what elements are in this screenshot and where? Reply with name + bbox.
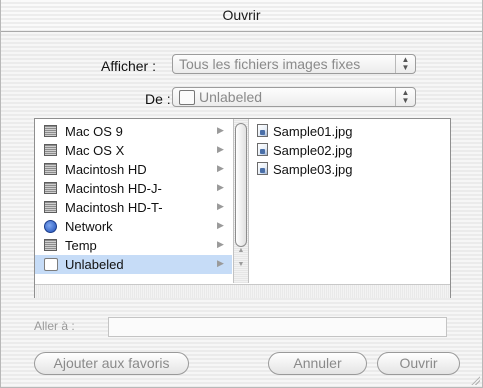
disk-icon bbox=[44, 201, 57, 213]
disk-icon bbox=[44, 144, 57, 156]
goto-input[interactable] bbox=[108, 317, 447, 337]
files-column: Sample01.jpg Sample02.jpg Sample03.jpg bbox=[249, 119, 449, 283]
file-item[interactable]: Sample01.jpg bbox=[249, 122, 449, 141]
window-title: Ouvrir bbox=[222, 7, 261, 23]
file-label: Sample03.jpg bbox=[273, 162, 353, 177]
column-browser: Mac OS 9 ▶ Mac OS X ▶ Macintosh HD ▶ Mac… bbox=[34, 118, 451, 298]
resize-grip-icon[interactable] bbox=[470, 375, 480, 385]
volume-label: Macintosh HD-T- bbox=[65, 200, 163, 215]
volume-label: Network bbox=[65, 219, 113, 234]
volume-icon bbox=[179, 90, 195, 105]
image-file-icon bbox=[257, 124, 268, 137]
from-popup-value: Unlabeled bbox=[199, 89, 263, 105]
cancel-button[interactable]: Annuler bbox=[268, 352, 367, 375]
volume-label: Mac OS X bbox=[65, 143, 125, 158]
show-popup[interactable]: Tous les fichiers images fixes ▲ ▼ bbox=[172, 54, 416, 74]
volume-item-selected[interactable]: Unlabeled ▶ bbox=[35, 255, 232, 274]
horizontal-scrollbar[interactable] bbox=[35, 284, 450, 298]
volume-item[interactable]: Macintosh HD-J- ▶ bbox=[35, 179, 232, 198]
chevron-right-icon: ▶ bbox=[217, 125, 224, 135]
popup-arrows-icon: ▲ ▼ bbox=[395, 55, 415, 73]
volume-item[interactable]: Network ▶ bbox=[35, 217, 232, 236]
chevron-right-icon: ▶ bbox=[217, 182, 224, 192]
volume-item[interactable]: Mac OS 9 ▶ bbox=[35, 122, 232, 141]
volume-item[interactable]: Macintosh HD-T- ▶ bbox=[35, 198, 232, 217]
file-item[interactable]: Sample02.jpg bbox=[249, 141, 449, 160]
disk-icon bbox=[44, 182, 57, 194]
chevron-right-icon: ▶ bbox=[217, 163, 224, 173]
show-popup-value: Tous les fichiers images fixes bbox=[179, 56, 361, 72]
globe-icon bbox=[44, 220, 57, 233]
from-popup[interactable]: Unlabeled ▲ ▼ bbox=[172, 87, 416, 107]
scroll-up-arrow-icon[interactable]: ▲ bbox=[236, 247, 246, 254]
volume-label: Temp bbox=[65, 238, 97, 253]
disk-icon bbox=[44, 125, 57, 137]
disk-icon bbox=[44, 163, 57, 175]
file-label: Sample01.jpg bbox=[273, 124, 353, 139]
chevron-right-icon: ▶ bbox=[217, 239, 224, 249]
chevron-right-icon: ▶ bbox=[217, 144, 224, 154]
chevron-right-icon: ▶ bbox=[217, 258, 224, 268]
title-bar[interactable]: Ouvrir bbox=[1, 0, 482, 32]
file-item[interactable]: Sample03.jpg bbox=[249, 160, 449, 179]
goto-label: Aller à : bbox=[34, 319, 75, 333]
open-button[interactable]: Ouvrir bbox=[377, 352, 460, 375]
volumes-column: Mac OS 9 ▶ Mac OS X ▶ Macintosh HD ▶ Mac… bbox=[35, 119, 232, 283]
volume-label: Macintosh HD-J- bbox=[65, 181, 162, 196]
volume-item[interactable]: Mac OS X ▶ bbox=[35, 141, 232, 160]
volume-label: Mac OS 9 bbox=[65, 124, 123, 139]
volume-label: Macintosh HD bbox=[65, 162, 147, 177]
image-file-icon bbox=[257, 143, 268, 156]
open-dialog: Ouvrir Afficher : Tous les fichiers imag… bbox=[0, 0, 483, 388]
file-label: Sample02.jpg bbox=[273, 143, 353, 158]
scroll-thumb[interactable] bbox=[235, 123, 247, 247]
popup-arrows-icon: ▲ ▼ bbox=[395, 88, 415, 106]
chevron-right-icon: ▶ bbox=[217, 220, 224, 230]
image-file-icon bbox=[257, 162, 268, 175]
disk-icon bbox=[44, 239, 57, 251]
vertical-scrollbar[interactable]: ▲ ▼ bbox=[233, 119, 249, 283]
from-label: De : bbox=[145, 91, 171, 107]
volume-item[interactable]: Macintosh HD ▶ bbox=[35, 160, 232, 179]
chevron-right-icon: ▶ bbox=[217, 201, 224, 211]
add-to-favorites-button[interactable]: Ajouter aux favoris bbox=[34, 352, 189, 375]
volume-item[interactable]: Temp ▶ bbox=[35, 236, 232, 255]
blank-volume-icon bbox=[44, 258, 58, 271]
scroll-down-arrow-icon[interactable]: ▼ bbox=[236, 261, 246, 268]
show-label: Afficher : bbox=[101, 58, 156, 74]
volume-label: Unlabeled bbox=[65, 257, 124, 272]
